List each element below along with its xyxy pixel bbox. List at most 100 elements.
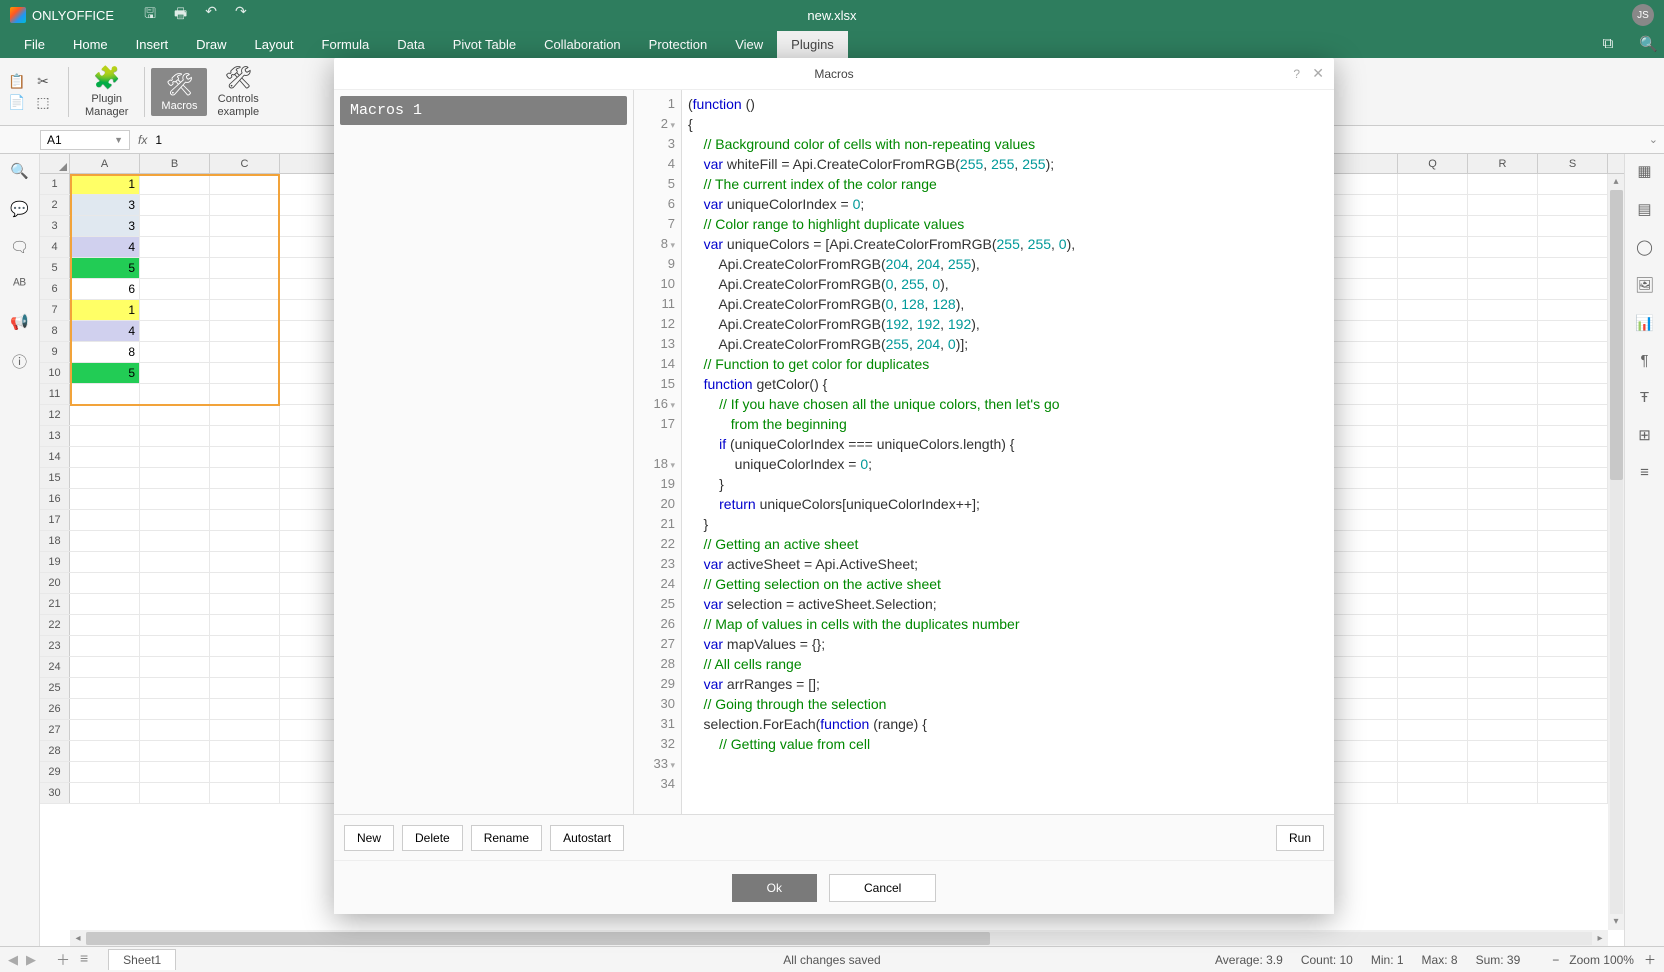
zoom-out-icon[interactable]: − (1552, 953, 1559, 967)
cell[interactable] (1468, 783, 1538, 803)
cell[interactable] (1468, 363, 1538, 383)
cell[interactable] (1398, 447, 1468, 467)
cell[interactable] (210, 636, 280, 656)
cut-icon[interactable]: ✂ (34, 73, 52, 90)
cell[interactable] (1538, 741, 1608, 761)
vertical-scrollbar[interactable]: ▴ ▾ (1608, 174, 1624, 930)
cell[interactable] (1538, 636, 1608, 656)
cell[interactable] (1398, 342, 1468, 362)
cell[interactable] (1398, 195, 1468, 215)
cell[interactable] (1398, 279, 1468, 299)
cell[interactable] (1468, 489, 1538, 509)
cell[interactable] (210, 426, 280, 446)
cell[interactable] (70, 447, 140, 467)
row-header[interactable]: 26 (40, 699, 70, 719)
plugin-manager-button[interactable]: 🧩 Plugin Manager (75, 61, 138, 121)
cell[interactable] (1538, 783, 1608, 803)
ok-button[interactable]: Ok (732, 874, 817, 902)
cell[interactable] (1468, 762, 1538, 782)
col-header[interactable]: S (1538, 154, 1608, 173)
cell[interactable] (1398, 510, 1468, 530)
cell[interactable] (1468, 531, 1538, 551)
cell[interactable] (210, 615, 280, 635)
cell[interactable] (1538, 405, 1608, 425)
cell[interactable]: 6 (70, 279, 140, 299)
scroll-up-icon[interactable]: ▴ (1613, 174, 1618, 190)
cell[interactable] (1468, 615, 1538, 635)
delete-button[interactable]: Delete (402, 825, 463, 851)
macros-button[interactable]: 🛠 Macros (151, 68, 207, 116)
cell[interactable]: 4 (70, 237, 140, 257)
cell[interactable] (1538, 573, 1608, 593)
cell[interactable] (210, 783, 280, 803)
cell[interactable] (1398, 258, 1468, 278)
cell[interactable] (1538, 447, 1608, 467)
spellcheck-icon[interactable]: ᴬᴮ (13, 276, 26, 293)
cell[interactable] (140, 174, 210, 194)
cell[interactable] (1468, 384, 1538, 404)
horizontal-scrollbar[interactable]: ◂ ▸ (70, 930, 1608, 946)
redo-icon[interactable]: ↷ (235, 3, 247, 27)
row-header[interactable]: 1 (40, 174, 70, 194)
sheet-next-icon[interactable]: ▶ (26, 952, 36, 968)
cell[interactable] (1468, 279, 1538, 299)
row-header[interactable]: 24 (40, 657, 70, 677)
cell[interactable] (70, 720, 140, 740)
row-header[interactable]: 3 (40, 216, 70, 236)
cell[interactable] (70, 531, 140, 551)
menu-formula[interactable]: Formula (308, 31, 384, 58)
cell[interactable] (210, 594, 280, 614)
controls-example-button[interactable]: 🛠 Controls example (207, 61, 269, 121)
row-header[interactable]: 11 (40, 384, 70, 404)
cell[interactable] (140, 510, 210, 530)
undo-icon[interactable]: ↶ (205, 3, 217, 27)
cell[interactable] (1398, 405, 1468, 425)
cell[interactable] (1398, 321, 1468, 341)
cell[interactable] (140, 699, 210, 719)
row-header[interactable]: 4 (40, 237, 70, 257)
scroll-down-icon[interactable]: ▾ (1613, 914, 1618, 930)
cell-settings-icon[interactable]: ▦ (1637, 162, 1651, 180)
cell[interactable] (140, 321, 210, 341)
cell[interactable] (1538, 279, 1608, 299)
row-header[interactable]: 2 (40, 195, 70, 215)
slicer-settings-icon[interactable]: ≡ (1640, 464, 1649, 481)
cell[interactable] (1398, 657, 1468, 677)
row-header[interactable]: 12 (40, 405, 70, 425)
new-button[interactable]: New (344, 825, 394, 851)
cell[interactable] (210, 174, 280, 194)
cell[interactable] (140, 258, 210, 278)
row-header[interactable]: 10 (40, 363, 70, 383)
cell[interactable] (210, 657, 280, 677)
cell[interactable] (140, 615, 210, 635)
cell[interactable] (70, 762, 140, 782)
row-header[interactable]: 19 (40, 552, 70, 572)
cell[interactable]: 4 (70, 321, 140, 341)
cell[interactable] (140, 279, 210, 299)
menu-collaboration[interactable]: Collaboration (530, 31, 635, 58)
cell[interactable] (70, 615, 140, 635)
cell[interactable] (1538, 363, 1608, 383)
cell[interactable] (70, 384, 140, 404)
cell[interactable] (210, 741, 280, 761)
cell[interactable] (1538, 615, 1608, 635)
chart-settings-icon[interactable]: 📊 (1635, 314, 1654, 332)
cell[interactable] (140, 783, 210, 803)
row-header[interactable]: 30 (40, 783, 70, 803)
row-header[interactable]: 29 (40, 762, 70, 782)
cell[interactable] (1468, 426, 1538, 446)
image-settings-icon[interactable]: 🖼 (1635, 276, 1654, 294)
sheet-list-icon[interactable]: ≡ (80, 950, 88, 970)
cell[interactable] (1398, 531, 1468, 551)
col-header[interactable]: Q (1398, 154, 1468, 173)
cell[interactable] (140, 657, 210, 677)
cell[interactable] (1468, 237, 1538, 257)
col-header[interactable]: R (1468, 154, 1538, 173)
row-header[interactable]: 6 (40, 279, 70, 299)
menu-plugins[interactable]: Plugins (777, 31, 848, 58)
cell[interactable] (1398, 384, 1468, 404)
cell[interactable] (140, 636, 210, 656)
cell[interactable] (1398, 300, 1468, 320)
cell[interactable]: 8 (70, 342, 140, 362)
cell[interactable]: 3 (70, 216, 140, 236)
